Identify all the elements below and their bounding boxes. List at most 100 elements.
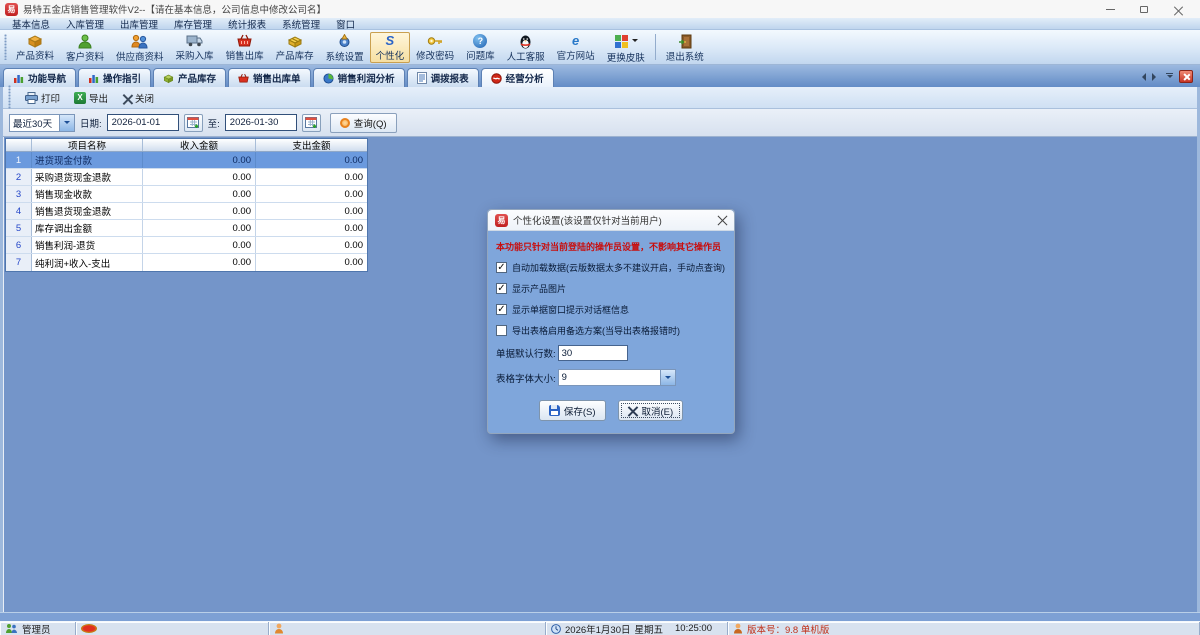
dialog-body: 本功能只针对当前登陆的操作员设置，不影响其它操作员 ✓ 自动加载数据(云版数据太… — [488, 231, 734, 433]
tab-transfer-report[interactable]: 调拨报表 — [407, 68, 479, 87]
status-time: 10:25:00 — [675, 623, 712, 634]
checkbox-icon[interactable]: ✓ — [496, 262, 507, 273]
toolbar-item-customers[interactable]: 客户资料 — [60, 32, 110, 63]
tab-business-analysis[interactable]: 经营分析 — [481, 68, 554, 87]
tab-sales-profit-analysis[interactable]: 销售利润分析 — [313, 68, 405, 87]
tab-list-icon[interactable] — [1166, 73, 1173, 81]
status-bar: 管理员 2026年1月30日 星期五 10:25:00 版本号：9.8 单机版 — [0, 621, 1200, 635]
tab-scroll-right-icon[interactable] — [1152, 73, 1160, 81]
toolbar-item-suppliers[interactable]: 供应商资料 — [110, 32, 170, 63]
header-name[interactable]: 项目名称 — [32, 139, 143, 151]
box-icon — [163, 73, 174, 84]
tab-product-inventory[interactable]: 产品库存 — [153, 68, 226, 87]
minimize-button[interactable] — [1093, 0, 1127, 18]
chevron-down-icon[interactable] — [59, 115, 74, 131]
tab-scroll-left-icon[interactable] — [1138, 73, 1146, 81]
date-label: 日期: — [80, 116, 102, 130]
toolbar-item-change-password[interactable]: 修改密码 — [410, 32, 460, 63]
menu-basic-info[interactable]: 基本信息 — [4, 17, 58, 31]
calendar-icon — [305, 116, 318, 129]
table-row[interactable]: 7 纯利润+收入-支出 0.00 0.00 — [6, 254, 367, 271]
toolbar-item-exit[interactable]: 退出系统 — [660, 32, 710, 63]
status-badge-section — [76, 622, 269, 635]
chevron-down-icon[interactable] — [660, 370, 675, 385]
personalize-icon: S — [381, 34, 398, 48]
status-version: 版本号：9.8 单机版 — [747, 622, 829, 635]
toolbar-item-product-stock[interactable]: 产品库存 — [270, 32, 320, 63]
checkbox-export-fallback[interactable]: 导出表格启用备选方案(当导出表格报错时) — [496, 324, 726, 337]
header-expense[interactable]: 支出金额 — [256, 139, 367, 151]
chevron-down-icon — [632, 39, 638, 45]
cancel-x-icon — [628, 406, 638, 416]
menu-system[interactable]: 系统管理 — [274, 17, 328, 31]
checkbox-icon[interactable]: ✓ — [496, 283, 507, 294]
dialog-warning-text: 本功能只针对当前登陆的操作员设置，不影响其它操作员 — [496, 240, 726, 253]
close-button[interactable] — [1161, 0, 1195, 18]
checkbox-icon[interactable]: ✓ — [496, 304, 507, 315]
version-person-icon — [733, 623, 743, 634]
toolbar-item-purchase-in[interactable]: 采购入库 — [170, 32, 220, 63]
table-row[interactable]: 2 采购退货现金退款 0.00 0.00 — [6, 169, 367, 186]
toolbar-separator — [655, 34, 656, 60]
checkbox-icon[interactable] — [496, 325, 507, 336]
toolbar-item-system-settings[interactable]: 系统设置 — [320, 32, 370, 63]
analysis-icon — [491, 73, 502, 84]
toolbar-item-support[interactable]: 人工客服 — [501, 32, 551, 63]
close-icon — [1174, 5, 1183, 14]
app-window: 易 易特五金店销售管理软件V2--【请在基本信息，公司信息中修改公司名】 基本信… — [0, 0, 1200, 635]
header-income[interactable]: 收入金额 — [143, 139, 256, 151]
menu-outbound[interactable]: 出库管理 — [112, 17, 166, 31]
table-row[interactable]: 1 进货现金付款 0.00 0.00 — [6, 152, 367, 169]
cancel-button[interactable]: 取消(E) — [618, 400, 684, 421]
toolbar-item-personalize[interactable]: S 个性化 — [370, 32, 411, 63]
tab-sales-order[interactable]: 销售出库单 — [228, 68, 311, 87]
save-button[interactable]: 保存(S) — [539, 400, 606, 421]
table-row[interactable]: 5 库存调出金额 0.00 0.00 — [6, 220, 367, 237]
table-row[interactable]: 4 销售退货现金退款 0.00 0.00 — [6, 203, 367, 220]
checkbox-auto-load[interactable]: ✓ 自动加载数据(云版数据太多不建议开启，手动点查询) — [496, 261, 726, 274]
toolbar-item-change-skin[interactable]: 更换皮肤 — [601, 32, 651, 63]
toolbar-item-website[interactable]: e 官方网站 — [551, 32, 601, 63]
table-row[interactable]: 6 销售利润-退货 0.00 0.00 — [6, 237, 367, 254]
date-from-input[interactable]: 2026-01-01 — [107, 114, 179, 131]
table-row[interactable]: 3 销售现金收款 0.00 0.00 — [6, 186, 367, 203]
pie-chart-icon — [323, 73, 334, 84]
export-button[interactable]: X 导出 — [71, 91, 111, 105]
calendar-icon — [187, 116, 200, 129]
key-icon — [427, 34, 444, 48]
toolbar-item-sales-out[interactable]: 销售出库 — [220, 32, 270, 63]
tab-operation-guide[interactable]: 操作指引 — [78, 68, 151, 87]
menu-inventory[interactable]: 库存管理 — [166, 17, 220, 31]
calendar-to-button[interactable] — [302, 114, 321, 132]
checkbox-show-prompts[interactable]: ✓ 显示单据窗口提示对话框信息 — [496, 303, 726, 316]
product-icon — [27, 34, 44, 48]
toolbar-item-faq[interactable]: ? 问题库 — [460, 32, 501, 63]
toolbar-item-products[interactable]: 产品资料 — [10, 32, 60, 63]
menu-reports[interactable]: 统计报表 — [220, 17, 274, 31]
print-button[interactable]: 打印 — [22, 91, 63, 105]
title-bar: 易 易特五金店销售管理软件V2--【请在基本信息，公司信息中修改公司名】 — [0, 0, 1200, 18]
maximize-button[interactable] — [1127, 0, 1161, 18]
date-range-select[interactable]: 最近30天 — [9, 114, 75, 132]
font-size-select[interactable]: 9 — [558, 369, 676, 386]
date-to-input[interactable]: 2026-01-30 — [225, 114, 297, 131]
font-size-field: 表格字体大小: 9 — [496, 369, 726, 386]
close-report-button[interactable]: 关闭 — [119, 91, 157, 105]
dialog-close-icon[interactable] — [717, 215, 727, 225]
tab-close-button[interactable] — [1179, 70, 1193, 83]
query-button[interactable]: 查询(Q) — [330, 113, 397, 133]
calendar-from-button[interactable] — [184, 114, 203, 132]
dialog-title: 个性化设置(该设置仅针对当前用户) — [513, 213, 662, 227]
menu-window[interactable]: 窗口 — [328, 17, 363, 31]
dialog-app-icon: 易 — [495, 214, 508, 227]
menu-inbound[interactable]: 入库管理 — [58, 17, 112, 31]
search-icon — [340, 118, 350, 128]
dialog-title-bar[interactable]: 易 个性化设置(该设置仅针对当前用户) — [488, 210, 734, 231]
gear-icon — [336, 34, 353, 49]
checkbox-show-product-images[interactable]: ✓ 显示产品图片 — [496, 282, 726, 295]
tab-function-nav[interactable]: 功能导航 — [3, 68, 76, 87]
question-icon: ? — [472, 34, 489, 48]
default-rows-input[interactable]: 30 — [558, 345, 628, 361]
report-toolbar: 打印 X 导出 关闭 — [3, 87, 1197, 109]
window-title: 易特五金店销售管理软件V2--【请在基本信息，公司信息中修改公司名】 — [23, 2, 326, 16]
